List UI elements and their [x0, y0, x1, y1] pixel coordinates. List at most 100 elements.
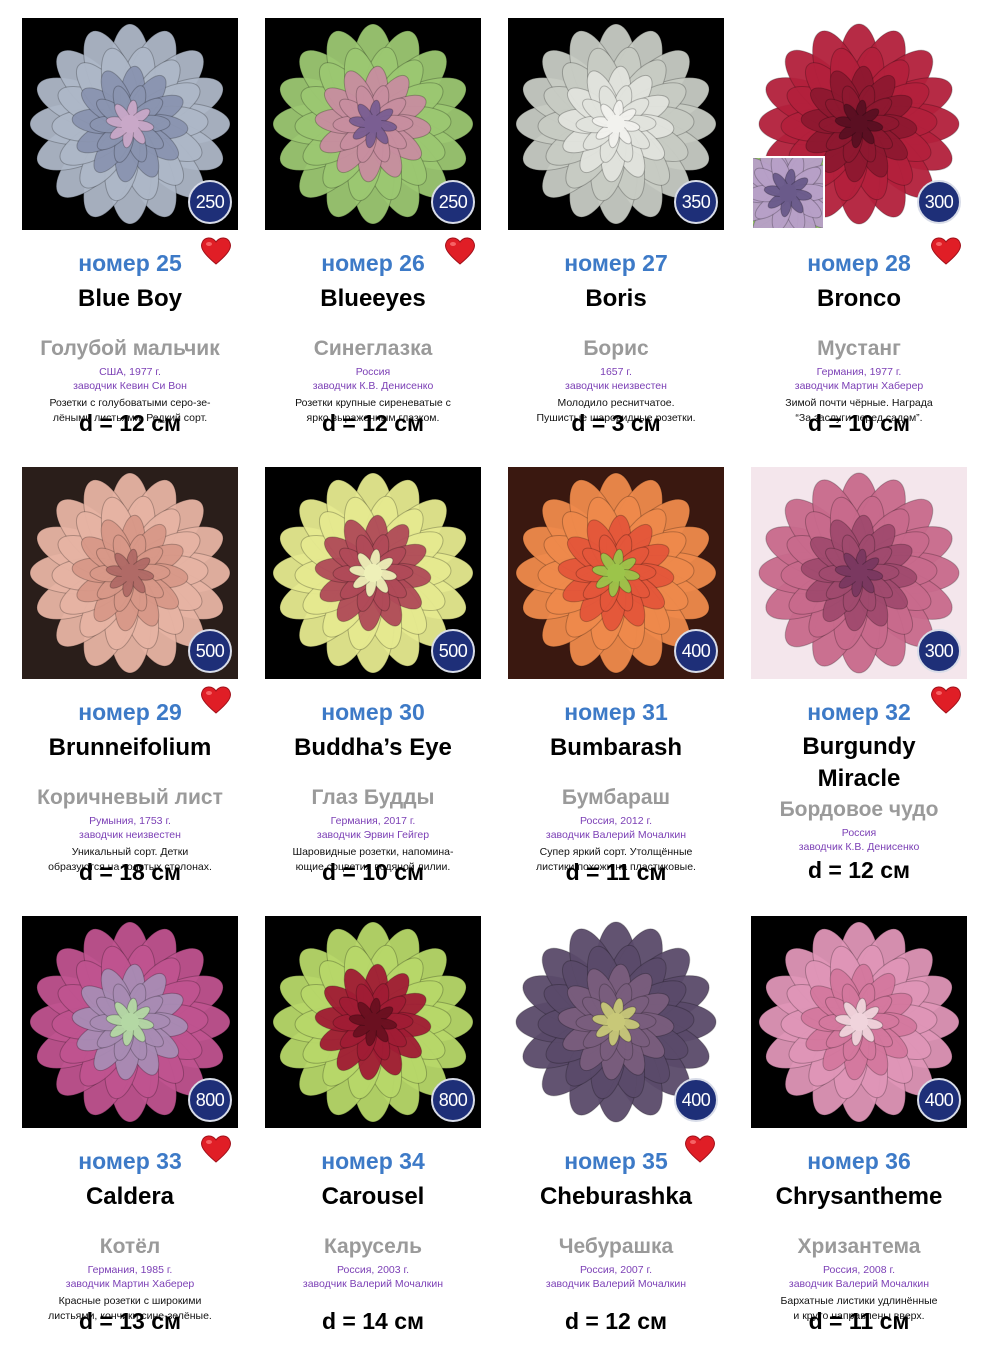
plant-photo[interactable]: 400 — [508, 916, 724, 1128]
item-origin: Россия — [841, 827, 877, 839]
item-origin: Германия, 1977 г. — [816, 366, 902, 378]
product-card[interactable]: 400 номер 35 Cheburashka Чебурашка Россия, 2… — [508, 916, 740, 1356]
item-breeder: заводчик неизвестен — [79, 829, 181, 841]
item-name-russian: Бумбараш — [561, 786, 671, 809]
item-name: Bronco — [817, 285, 901, 312]
product-card[interactable]: 300 номер 28 Bronco Мустанг Германия, 1977 г… — [751, 18, 983, 458]
item-name: Blue Boy — [77, 285, 182, 312]
item-name-russian: Котёл — [99, 1235, 161, 1258]
item-diameter: d = 18 см — [78, 859, 182, 885]
item-number: номер 28 — [807, 250, 911, 276]
item-origin: Румыния, 1753 г. — [89, 815, 171, 827]
product-card[interactable]: 250 номер 25 Blue Boy Голубой мальчик США, 1… — [22, 18, 254, 458]
item-description-line-1: Молодило реснитчатое. — [557, 397, 675, 409]
product-card[interactable]: 250 номер 26 Blueeyes Синеглазка Россия завод… — [265, 18, 497, 458]
item-description-line-1: Шаровидные розетки, напомина- — [292, 846, 454, 858]
product-card[interactable]: 400 номер 36 Chrysantheme Хризантема Россия,… — [751, 916, 983, 1356]
item-description-line-1: Розетки с голубоватыми серо-зе- — [49, 397, 211, 409]
item-diameter: d = 12 см — [807, 857, 911, 883]
item-breeder: заводчик Эрвин Гейгер — [316, 829, 430, 841]
item-diameter: d = 3 см — [571, 410, 661, 436]
item-name-line-1: Burgundy — [802, 733, 916, 760]
price-badge: 250 — [431, 180, 475, 224]
item-origin: Россия — [355, 366, 391, 378]
item-name-line-2: Miracle — [817, 765, 901, 792]
item-name: Carousel — [321, 1183, 425, 1210]
product-card[interactable]: 400 номер 31 Bumbarash Бумбараш Россия, 2012… — [508, 467, 740, 907]
product-card[interactable]: 300 номер 32 Burgundy Miracle Бордовое чудо Р… — [751, 467, 983, 907]
price-badge: 300 — [917, 180, 961, 224]
item-name: Chrysantheme — [775, 1183, 943, 1210]
item-name-russian: Коричневый лист — [37, 786, 223, 809]
item-diameter: d = 12 см — [321, 410, 425, 436]
plant-photo[interactable]: 800 — [22, 916, 238, 1128]
product-card[interactable]: 800 номер 34 Carousel Карусель Россия, 2003 … — [265, 916, 497, 1356]
product-card[interactable]: 350 номер 27 Boris Борис 1657 г. заводчик неи… — [508, 18, 740, 458]
item-name-russian: Голубой мальчик — [40, 337, 220, 360]
item-diameter: d = 13 см — [78, 1308, 182, 1334]
item-origin: Россия, 2007 г. — [579, 1264, 652, 1276]
item-name-russian: Борис — [583, 337, 649, 360]
item-origin: Россия, 2003 г. — [336, 1264, 409, 1276]
item-number: номер 26 — [321, 250, 425, 276]
item-diameter: d = 11 см — [565, 859, 667, 885]
plant-photo[interactable]: 250 — [265, 18, 481, 230]
item-name: Brunneifolium — [48, 734, 212, 761]
item-breeder: заводчик Валерий Мочалкин — [545, 1278, 687, 1290]
item-name: Boris — [585, 285, 647, 312]
item-breeder: заводчик Валерий Мочалкин — [302, 1278, 444, 1290]
item-number: номер 35 — [564, 1148, 668, 1174]
item-origin: Германия, 2017 г. — [330, 815, 416, 827]
item-breeder: заводчик неизвестен — [565, 380, 667, 392]
plant-photo[interactable]: 300 — [751, 18, 967, 230]
item-number: номер 34 — [321, 1148, 425, 1174]
product-card[interactable]: 800 номер 33 Caldera Котёл Германия, 1985 г.… — [22, 916, 254, 1356]
item-number: номер 32 — [807, 699, 911, 725]
item-breeder: заводчик К.В. Денисенко — [798, 841, 920, 853]
price-badge: 500 — [188, 629, 232, 673]
item-breeder: заводчик Валерий Мочалкин — [545, 829, 687, 841]
item-breeder: заводчик К.В. Денисенко — [312, 380, 434, 392]
item-number: номер 29 — [78, 699, 182, 725]
price-badge: 800 — [431, 1078, 475, 1122]
item-description-line-1: Уникальный сорт. Детки — [71, 846, 189, 858]
price-badge: 800 — [188, 1078, 232, 1122]
plant-photo[interactable]: 300 — [751, 467, 967, 679]
item-number: номер 33 — [78, 1148, 182, 1174]
item-name: Burgundy Miracle — [751, 731, 967, 795]
item-name: Blueeyes — [320, 285, 426, 312]
item-origin: Россия, 2012 г. — [579, 815, 652, 827]
inset-photo — [751, 156, 825, 230]
price-badge: 300 — [917, 629, 961, 673]
plant-photo[interactable]: 350 — [508, 18, 724, 230]
item-breeder: заводчик Мартин Хаберер — [794, 380, 924, 392]
price-badge: 250 — [188, 180, 232, 224]
plant-photo[interactable]: 250 — [22, 18, 238, 230]
item-diameter: d = 10 см — [807, 410, 911, 436]
item-name: Buddha’s Eye — [294, 734, 452, 761]
item-origin: США, 1977 г. — [99, 366, 161, 378]
item-number: номер 27 — [564, 250, 668, 276]
item-breeder: заводчик Мартин Хаберер — [65, 1278, 195, 1290]
item-name: Bumbarash — [549, 734, 683, 761]
item-name-russian: Карусель — [323, 1235, 423, 1258]
item-diameter: d = 10 см — [321, 859, 425, 885]
plant-photo[interactable]: 800 — [265, 916, 481, 1128]
item-number: номер 25 — [78, 250, 182, 276]
product-card[interactable]: 500 номер 30 Buddha’s Eye Глаз Будды Германи… — [265, 467, 497, 907]
plant-photo[interactable]: 500 — [22, 467, 238, 679]
item-diameter: d = 12 см — [564, 1308, 668, 1334]
plant-photo[interactable]: 500 — [265, 467, 481, 679]
item-name-russian: Бордовое чудо — [779, 798, 939, 821]
item-description-line-1: Зимой почти чёрные. Награда — [785, 397, 933, 409]
price-badge: 350 — [674, 180, 718, 224]
product-card[interactable]: 500 номер 29 Brunneifolium Коричневый лист Р… — [22, 467, 254, 907]
item-name-russian: Мустанг — [817, 337, 901, 360]
plant-photo[interactable]: 400 — [751, 916, 967, 1128]
price-badge: 400 — [674, 629, 718, 673]
item-origin: Германия, 1985 г. — [87, 1264, 173, 1276]
plant-photo[interactable]: 400 — [508, 467, 724, 679]
item-name: Caldera — [85, 1183, 175, 1210]
item-name-russian: Глаз Будды — [311, 786, 435, 809]
item-description-line-1: Розетки крупные сиреневатые с — [295, 397, 451, 409]
